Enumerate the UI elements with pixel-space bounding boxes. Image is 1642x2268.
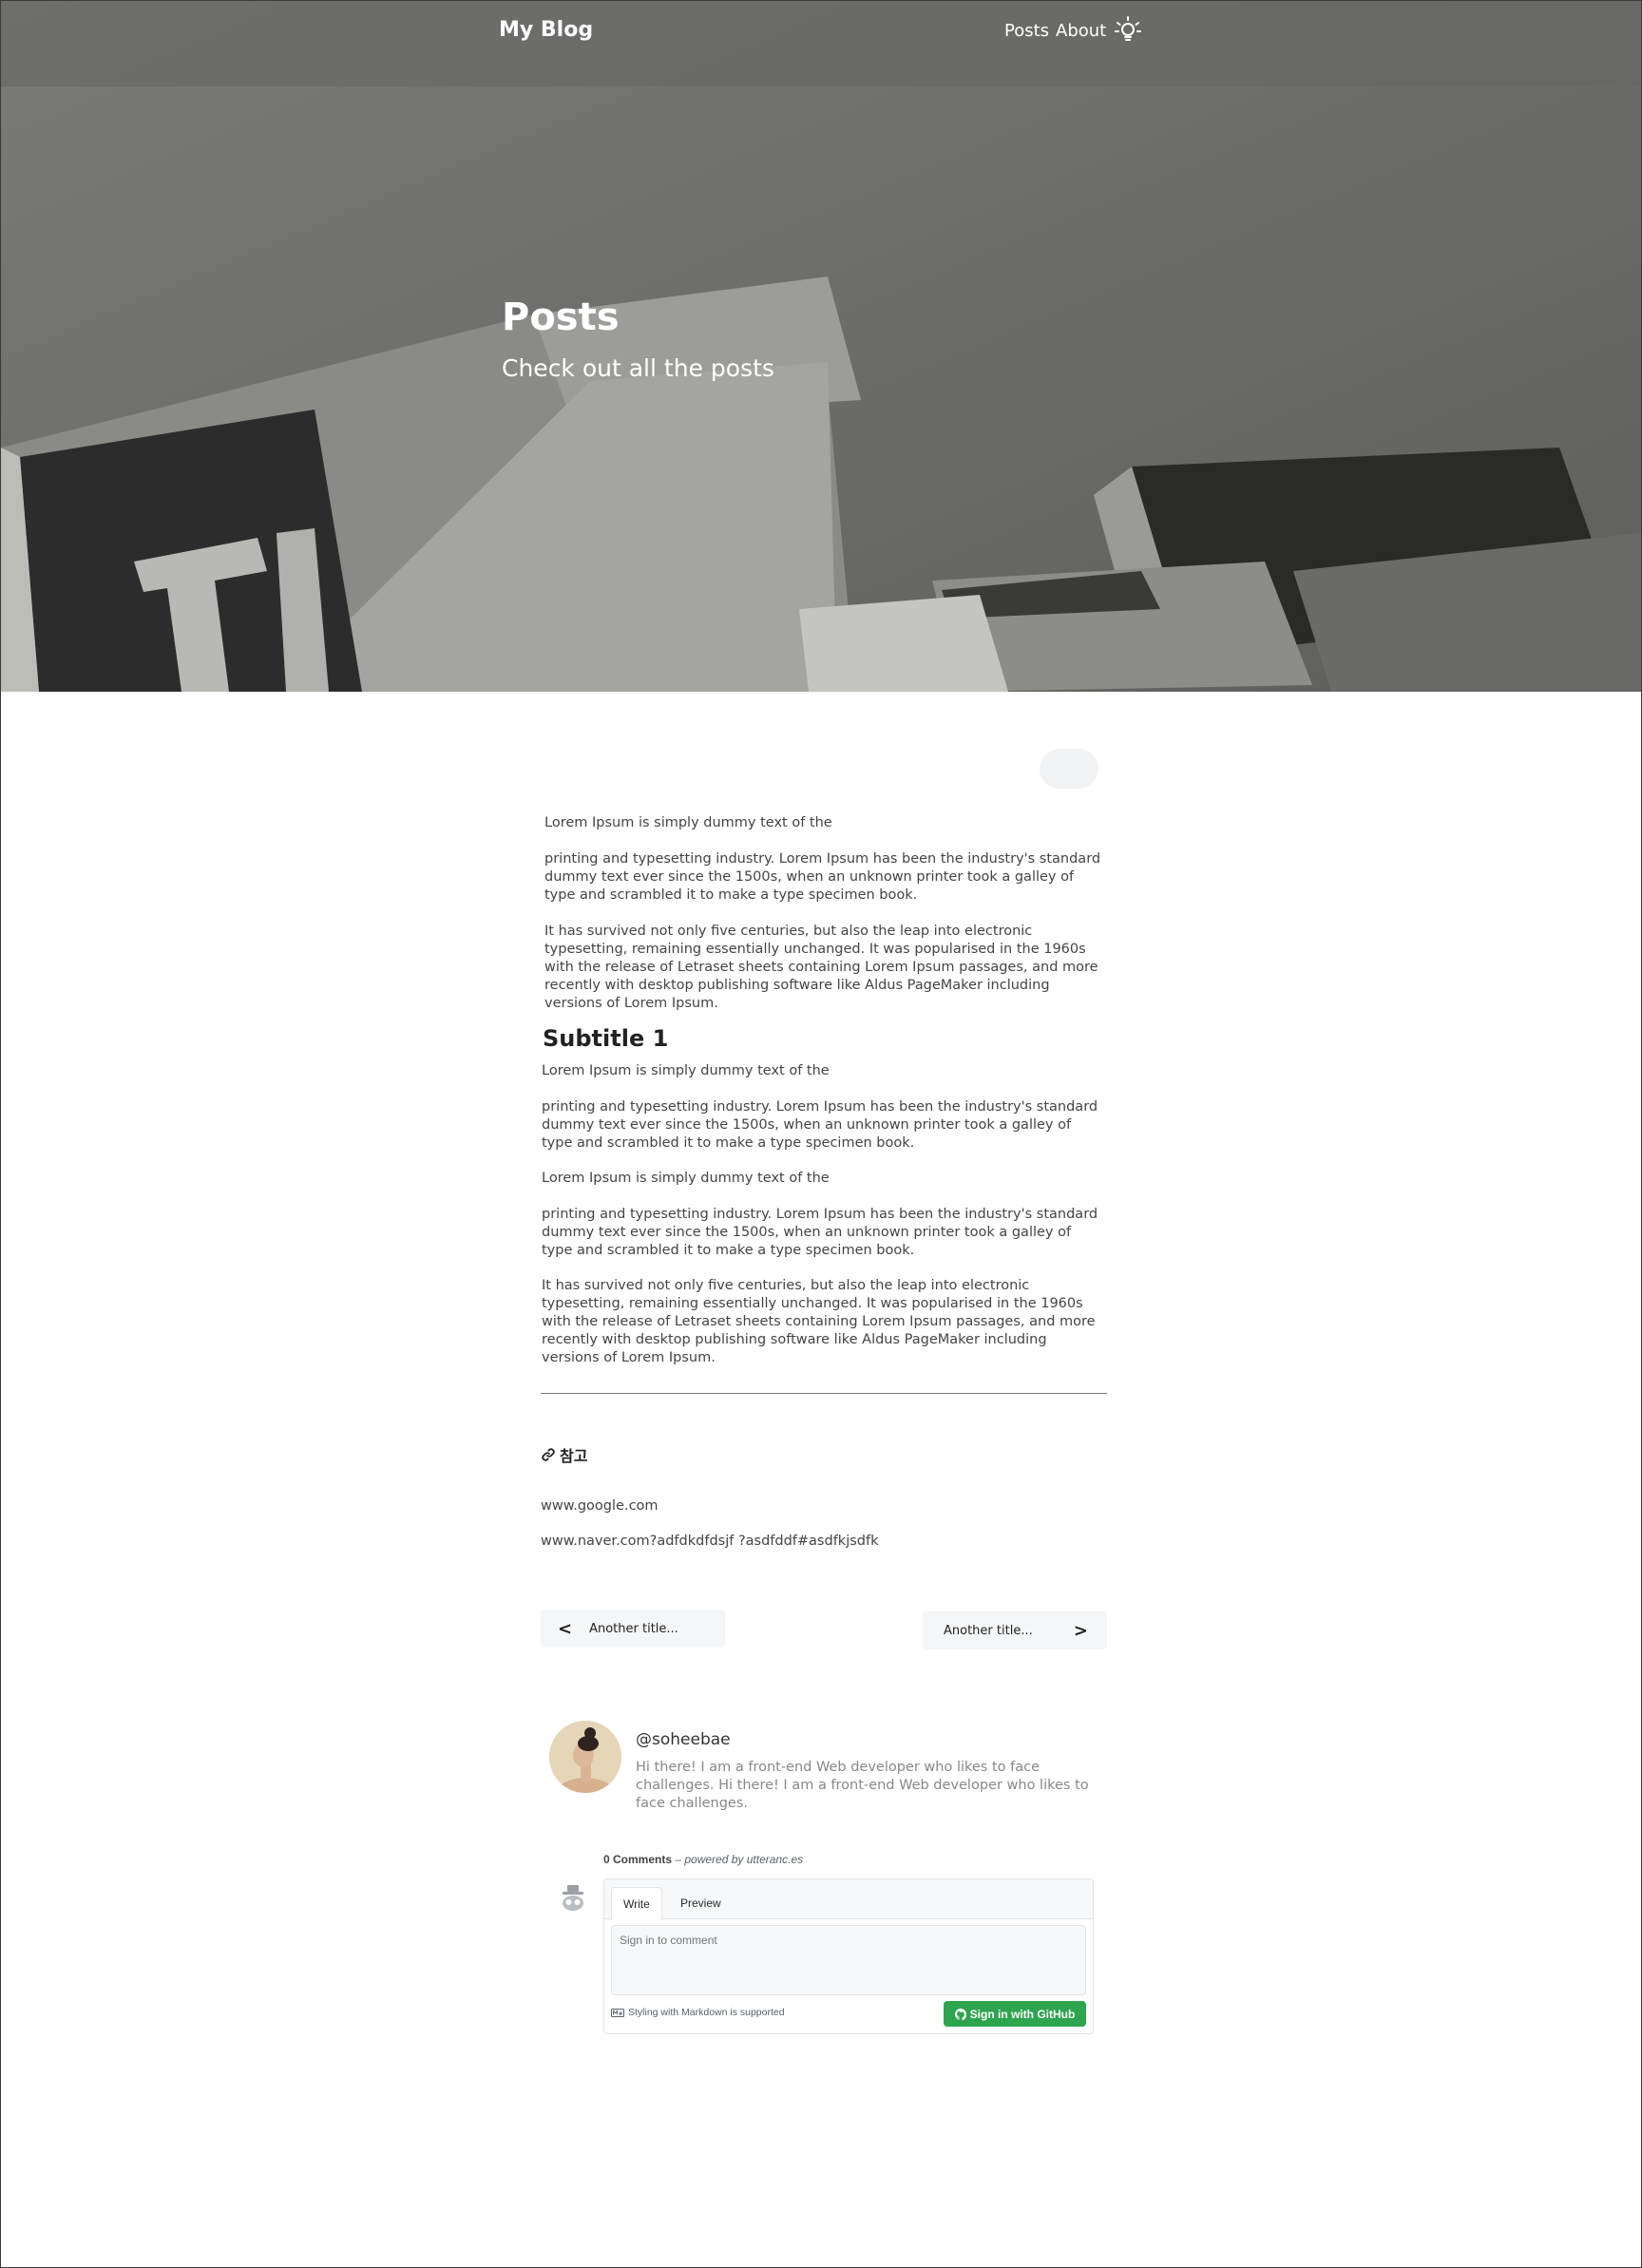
previous-post-title: Another title... [589,1621,678,1636]
article-paragraph: Lorem Ipsum is simply dummy text of the [542,1063,830,1078]
comments-powered-by: – powered by utteranc.es [672,1853,804,1866]
references-heading-label: 참고 [560,1447,588,1465]
link-icon [542,1448,555,1461]
comment-tabs: Write Preview [604,1879,1093,1920]
markdown-note-label: Styling with Markdown is supported [628,2007,785,2018]
markdown-icon [611,2008,624,2017]
anonymous-user-icon [563,1885,583,1911]
section-divider [541,1393,1107,1394]
nav-link-posts[interactable]: Posts [1004,21,1049,41]
comment-form: Write Preview Styling with Markdown is s… [603,1878,1094,2034]
page-subtitle: Check out all the posts [502,354,774,382]
article-paragraph: printing and typesetting industry. Lorem… [544,851,1101,903]
article-paragraph: printing and typesetting industry. Lorem… [542,1207,1098,1258]
chevron-right-icon: > [1073,1620,1088,1641]
github-signin-button[interactable]: Sign in with GitHub [944,2001,1086,2027]
tab-preview[interactable]: Preview [669,1887,733,1920]
comments-count: 0 Comments – powered by utteranc.es [603,1853,803,1866]
next-post-button[interactable]: Another title... > [923,1611,1107,1649]
article-paragraph: Lorem Ipsum is simply dummy text of the [542,1171,830,1186]
github-signin-label: Sign in with GitHub [969,2007,1076,2021]
page-title: Posts [502,295,620,339]
top-navigation: My Blog Posts About [1,1,1641,64]
lightbulb-icon[interactable] [1113,14,1143,45]
author-avatar [549,1721,621,1793]
author-bio: Hi there! I am a front-end Web developer… [636,1760,1089,1811]
previous-post-button[interactable]: < Another title... [541,1610,725,1648]
comment-textarea[interactable] [611,1925,1086,1995]
article-paragraph: It has survived not only five centuries,… [542,1278,1096,1365]
reference-link[interactable]: www.google.com [541,1498,659,1514]
chevron-left-icon: < [558,1618,573,1639]
brand-logo-link[interactable]: My Blog [499,18,593,42]
nav-link-about[interactable]: About [1056,21,1106,41]
article-paragraph: Lorem Ipsum is simply dummy text of the [544,815,832,830]
article-paragraph: printing and typesetting industry. Lorem… [542,1099,1098,1151]
tag-pill[interactable] [1040,749,1098,789]
next-post-title: Another title... [944,1623,1033,1638]
reference-link[interactable]: www.naver.com?adfdkdfdsjf ?asdfddf#asdfk… [541,1534,878,1549]
references-heading: 참고 [541,1443,587,1466]
section-subtitle: Subtitle 1 [543,1025,669,1052]
comments-count-label: 0 Comments [603,1853,673,1866]
tab-write[interactable]: Write [611,1887,662,1920]
github-icon [954,2008,966,2020]
hero-background-image [1,1,1641,692]
markdown-note: Styling with Markdown is supported [611,2007,785,2018]
author-handle: @soheebae [636,1730,731,1749]
hero-banner: My Blog Posts About Posts Check out all … [1,1,1641,692]
article-paragraph: It has survived not only five centuries,… [544,924,1098,1011]
